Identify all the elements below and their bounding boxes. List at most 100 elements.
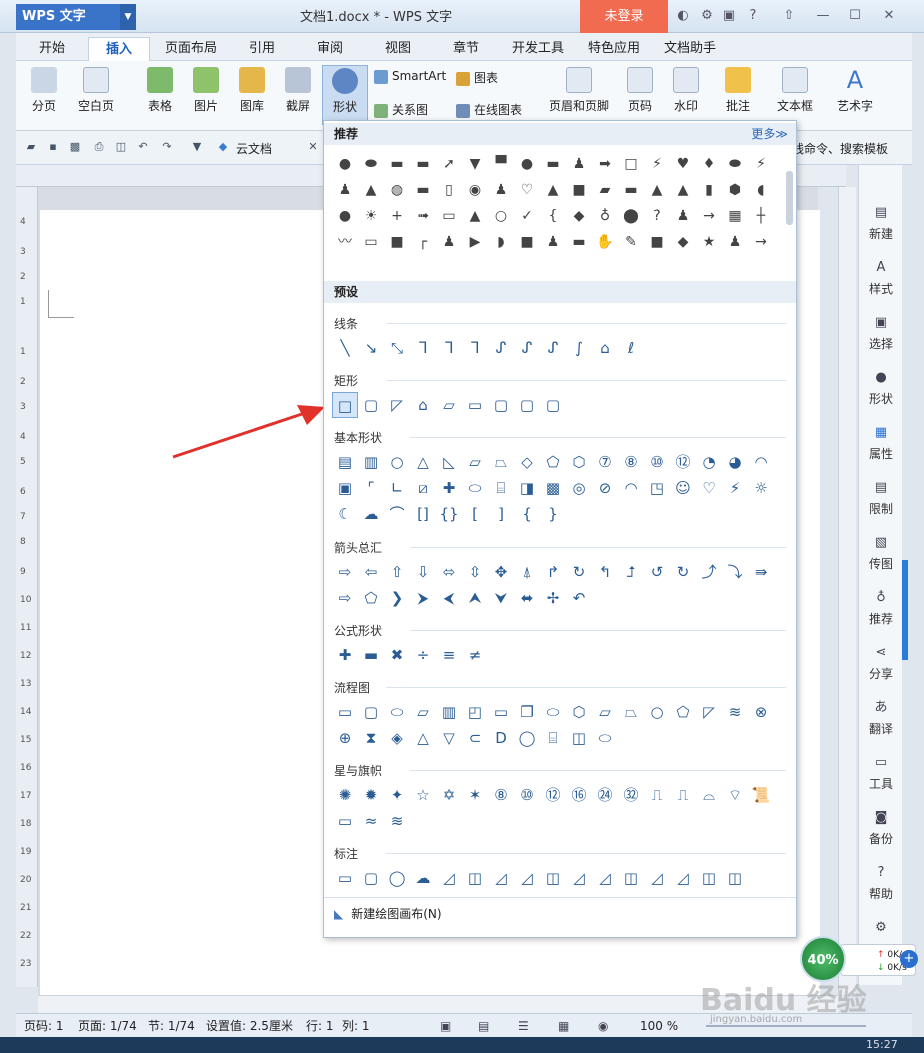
star5-shape[interactable]: ☆ xyxy=(410,782,436,808)
left-arrow-shape[interactable]: ⇦ xyxy=(358,559,384,585)
up-arrow-callout-shape[interactable]: ⮝ xyxy=(462,585,488,611)
flow-connector-shape[interactable]: ○ xyxy=(644,699,670,725)
relation-button[interactable]: 关系图 xyxy=(374,101,428,118)
quick-dropdown-icon[interactable]: ▼ xyxy=(190,140,204,154)
add-icon[interactable]: + xyxy=(900,950,918,968)
arrow-line-shape[interactable]: ↘ xyxy=(358,335,384,361)
shape-item[interactable]: ▯ xyxy=(436,177,462,203)
shape-item[interactable]: ▬ xyxy=(566,229,592,255)
sun-shape[interactable]: ☼ xyxy=(748,475,774,501)
shape-item[interactable]: → xyxy=(748,229,774,255)
flow-terminator-shape[interactable]: ⬭ xyxy=(540,699,566,725)
flow-merge-shape[interactable]: ▽ xyxy=(436,725,462,751)
shape-item[interactable]: ➟ xyxy=(410,203,436,229)
flow-decision-shape[interactable]: ⬭ xyxy=(384,699,410,725)
flow-manual-input-shape[interactable]: ⏥ xyxy=(592,699,618,725)
quad-arrow-callout-shape[interactable]: ✢ xyxy=(540,585,566,611)
line-callout5-shape[interactable]: ◫ xyxy=(540,865,566,891)
panel-scrollbar-thumb[interactable] xyxy=(786,171,793,225)
shape-item[interactable]: ◗ xyxy=(488,229,514,255)
line-callout7-shape[interactable]: ◿ xyxy=(592,865,618,891)
sidebar-item-select[interactable]: ▣ 选择 xyxy=(859,315,903,352)
curve-arrow-shape[interactable]: ᔑ xyxy=(514,335,540,361)
shape-item[interactable]: ◖ xyxy=(748,177,774,203)
close-icon[interactable]: ✕ xyxy=(880,7,898,25)
shape-item[interactable]: ◍ xyxy=(384,177,410,203)
shape-item[interactable]: ➡ xyxy=(592,151,618,177)
vertical-scroll-shape[interactable]: 📜 xyxy=(748,782,774,808)
shape-item[interactable]: ● xyxy=(514,151,540,177)
flow-collate-shape[interactable]: ⧗ xyxy=(358,725,384,751)
ribbon-down-shape[interactable]: ⎍ xyxy=(670,782,696,808)
flow-process-shape[interactable]: ▭ xyxy=(332,699,358,725)
curved-ribbon-up-shape[interactable]: ⌓ xyxy=(696,782,722,808)
shape-item[interactable]: ? xyxy=(644,203,670,229)
shape-item[interactable]: ■ xyxy=(384,229,410,255)
not-equal-shape[interactable]: ≠ xyxy=(462,642,488,668)
shape-item[interactable]: ◆ xyxy=(566,203,592,229)
outline-view-icon[interactable]: ☰ xyxy=(518,1014,529,1038)
tab-chapter[interactable]: 章节 xyxy=(440,37,492,61)
star10-shape[interactable]: ⑩ xyxy=(514,782,540,808)
picture-button[interactable]: 图片 xyxy=(186,65,226,125)
round-same-side-rectangle-shape[interactable]: ▢ xyxy=(514,392,540,418)
sidebar-item-help[interactable]: ? 帮助 xyxy=(859,865,903,902)
notched-right-arrow-shape[interactable]: ⇨ xyxy=(332,585,358,611)
shape-item[interactable]: ♟ xyxy=(332,177,358,203)
curved-left-arrow-shape[interactable]: ↻ xyxy=(670,559,696,585)
flow-document-shape[interactable]: ▭ xyxy=(488,699,514,725)
star6-shape[interactable]: ✡ xyxy=(436,782,462,808)
online-chart-button[interactable]: 在线图表 xyxy=(456,101,522,118)
left-brace-shape[interactable]: { xyxy=(514,501,540,527)
rect-callout-shape[interactable]: ▭ xyxy=(332,865,358,891)
curved-down-arrow-shape[interactable]: ⤵ xyxy=(722,559,748,585)
minimize-icon[interactable]: — xyxy=(814,7,832,25)
pdf-icon[interactable]: ▩ xyxy=(68,140,82,154)
flow-manual-operation-shape[interactable]: ⏢ xyxy=(618,699,644,725)
shape-item[interactable]: ▬ xyxy=(410,177,436,203)
sidebar-item-upload-image[interactable]: ▧ 传图 xyxy=(859,535,903,572)
moon-shape[interactable]: ☾ xyxy=(332,501,358,527)
pentagon-shape[interactable]: ⬠ xyxy=(540,449,566,475)
shape-item[interactable]: + xyxy=(384,203,410,229)
flow-delay-shape[interactable]: D xyxy=(488,725,514,751)
right-arrow-callout-shape[interactable]: ⮞ xyxy=(410,585,436,611)
explosion2-shape[interactable]: ✹ xyxy=(358,782,384,808)
gallery-button[interactable]: 图库 xyxy=(232,65,272,125)
flow-card-shape[interactable]: ◸ xyxy=(696,699,722,725)
trapezoid-shape[interactable]: ⏢ xyxy=(488,449,514,475)
line-callout10-shape[interactable]: ◿ xyxy=(670,865,696,891)
left-up-arrow-shape[interactable]: ↰ xyxy=(592,559,618,585)
tab-review[interactable]: 审阅 xyxy=(304,37,356,61)
plus-shape[interactable]: ✚ xyxy=(332,642,358,668)
sidebar-item-new[interactable]: ▤ 新建 xyxy=(859,205,903,242)
shape-item[interactable]: ▬ xyxy=(384,151,410,177)
no-symbol-shape[interactable]: ⊘ xyxy=(592,475,618,501)
tab-developer[interactable]: 开发工具 xyxy=(502,37,574,61)
shape-item[interactable]: ♡ xyxy=(514,177,540,203)
curve-connector-shape[interactable]: ᔑ xyxy=(488,335,514,361)
vertical-scrollbar[interactable] xyxy=(838,187,856,995)
shape-item[interactable]: ● xyxy=(332,203,358,229)
minus-shape[interactable]: ▬ xyxy=(358,642,384,668)
flow-sequential-access-shape[interactable]: ◯ xyxy=(514,725,540,751)
chord-shape[interactable]: ◕ xyxy=(722,449,748,475)
snip-same-side-rectangle-shape[interactable]: ⌂ xyxy=(410,392,436,418)
wave-shape[interactable]: ≈ xyxy=(358,808,384,834)
line-callout9-shape[interactable]: ◿ xyxy=(644,865,670,891)
shape-item[interactable]: ○ xyxy=(488,203,514,229)
shape-item[interactable]: ▲ xyxy=(644,177,670,203)
left-right-arrow-callout-shape[interactable]: ⬌ xyxy=(514,585,540,611)
shape-item[interactable]: ▮ xyxy=(696,177,722,203)
shape-item[interactable]: ▬ xyxy=(540,151,566,177)
shape-item[interactable]: { xyxy=(540,203,566,229)
shape-item[interactable]: ♟ xyxy=(566,151,592,177)
flow-multidocument-shape[interactable]: ❐ xyxy=(514,699,540,725)
round-single-corner-rectangle-shape[interactable]: ▢ xyxy=(488,392,514,418)
left-bracket-shape[interactable]: [ xyxy=(462,501,488,527)
bent-arrow-shape[interactable]: ↱ xyxy=(540,559,566,585)
flow-magnetic-disk-shape[interactable]: ⌸ xyxy=(540,725,566,751)
sidebar-item-property[interactable]: ▦ 属性 xyxy=(859,425,903,462)
triangle-shape[interactable]: △ xyxy=(410,449,436,475)
elbow-arrow-shape[interactable]: ᒣ xyxy=(436,335,462,361)
